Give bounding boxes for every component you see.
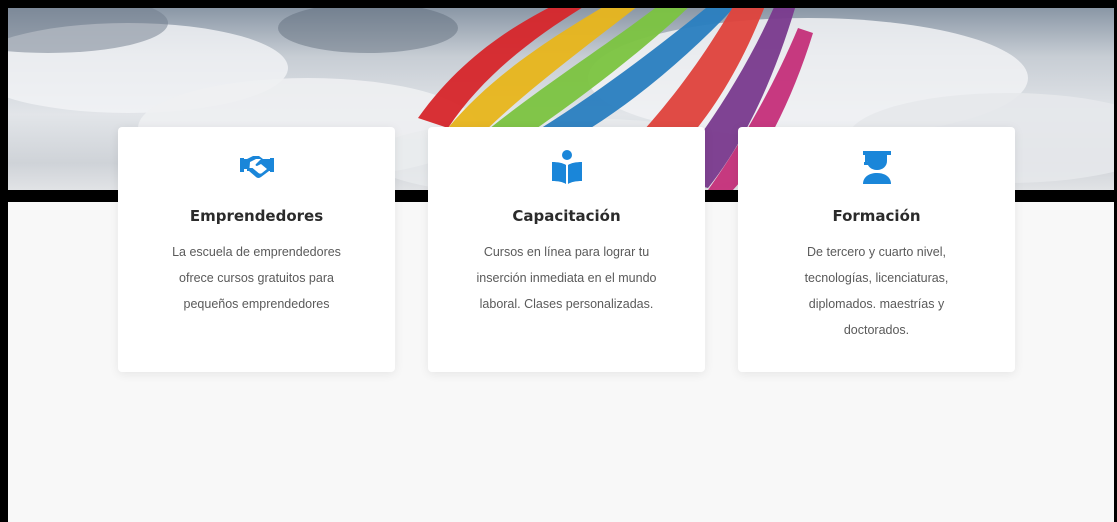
handshake-icon xyxy=(239,149,275,185)
card-description: La escuela de emprendedores ofrece curso… xyxy=(172,245,341,311)
card-title: Capacitación xyxy=(512,207,621,225)
card-title: Emprendedores xyxy=(189,207,324,225)
card-emprendedores[interactable]: Emprendedores La escuela de emprendedore… xyxy=(118,127,395,372)
card-capacitacion[interactable]: Capacitación Cursos en línea para lograr… xyxy=(428,127,705,372)
card-formacion[interactable]: Formación De tercero y cuarto nivel, tec… xyxy=(738,127,1015,372)
graduate-icon xyxy=(859,149,895,185)
page-frame: Emprendedores La escuela de emprendedore… xyxy=(0,0,1117,522)
reader-book-icon xyxy=(549,149,585,185)
card-description: De tercero y cuarto nivel, tecnologías, … xyxy=(804,245,949,337)
card-description: Cursos en línea para lograr tu inserción… xyxy=(476,245,657,311)
feature-cards: Emprendedores La escuela de emprendedore… xyxy=(118,127,1018,372)
card-title: Formación xyxy=(832,207,921,225)
